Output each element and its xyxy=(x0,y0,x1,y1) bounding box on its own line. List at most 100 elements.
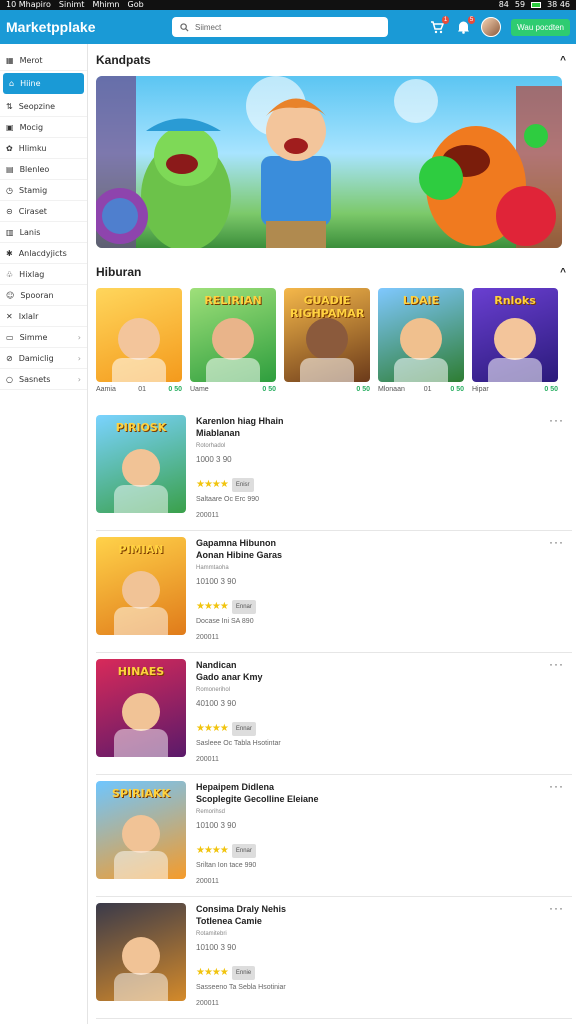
chevron-up-icon[interactable]: ^ xyxy=(560,267,566,278)
character-illustration xyxy=(212,318,254,360)
rating: ★★★★ Ennar xyxy=(196,844,319,858)
list-item[interactable]: SPIRIAKK Hepaipem Didlena Scoplegite Gec… xyxy=(96,775,572,897)
game-tile[interactable]: LDAIE Mlonaan 01 0 50 xyxy=(378,288,464,393)
game-art-title: RELIRIAN xyxy=(204,294,262,307)
game-meta: 0 50 xyxy=(284,386,370,393)
status-text: 38 46 xyxy=(547,0,570,9)
sidebar: ▦ Merot ⌂ Hiine ⇅ Seopzine ▣ Mocig ✿ Hlimku ▤ Blenl… xyxy=(0,44,88,1024)
rating-tag: Ennie xyxy=(231,966,256,980)
sidebar-item-label: Anlacdyjicts xyxy=(18,248,67,258)
sidebar-item-hlimku[interactable]: ✿ Hlimku xyxy=(0,138,87,159)
tag-icon: ♧ xyxy=(6,269,14,279)
app-title[interactable]: Marketpplake xyxy=(6,19,172,35)
list-item-title: Consima Draly Nehis xyxy=(196,904,287,914)
game-badge: 01 xyxy=(138,386,146,393)
sidebar-item-label: Ixlalr xyxy=(18,311,39,321)
list-item[interactable]: PIMIAN Gapamna Hibunon Aonan Hibine Gara… xyxy=(96,531,572,653)
game-name: Hipar xyxy=(472,386,489,393)
more-options-icon[interactable]: ··· xyxy=(549,413,564,427)
status-text: 84 xyxy=(498,0,509,9)
list-item-category: Romonerihol xyxy=(196,687,231,693)
list-item-description: Sasseeno Ta Sebla Hsotiniar xyxy=(196,984,286,991)
sidebar-item-simme[interactable]: ▭ Simme › xyxy=(0,327,87,348)
star-rating-icon: ★★★★ xyxy=(196,601,229,612)
sidebar-item-label: Mocig xyxy=(19,122,44,132)
sidebar-item-seopzine[interactable]: ⇅ Seopzine xyxy=(0,96,87,117)
game-price: 0 50 xyxy=(168,386,182,393)
game-art-title: Rnloks xyxy=(494,294,536,307)
cart-button[interactable]: 1 xyxy=(429,16,450,35)
sidebar-item-sasnets[interactable]: ○ Sasnets › xyxy=(0,369,87,390)
list-item-body: Nandican Gado anar Kmy Romonerihol 40100… xyxy=(196,659,281,774)
search-icon xyxy=(180,22,189,32)
more-options-icon[interactable]: ··· xyxy=(549,535,564,549)
list-item-subtitle: Totlenea Camie xyxy=(196,916,262,926)
sidebar-item-ciraset[interactable]: ⊝ Ciraset xyxy=(0,201,87,222)
sidebar-item-blenleo[interactable]: ▤ Blenleo xyxy=(0,159,87,180)
list-item-category: Rotorhadol xyxy=(196,443,226,449)
list-item-body: Hepaipem Didlena Scoplegite Gecolline El… xyxy=(196,781,319,896)
search-input[interactable]: Siimect xyxy=(172,17,388,37)
sidebar-item-lanis[interactable]: ▥ Lanis xyxy=(0,222,87,243)
rating-tag: Enisr xyxy=(231,478,254,492)
sidebar-item-label: Hiine xyxy=(20,79,41,88)
list-art-title: SPIRIAKK xyxy=(111,787,171,800)
status-text: 59 xyxy=(514,0,526,9)
game-tile[interactable]: Rnloks Hipar 0 50 xyxy=(472,288,558,393)
list-item[interactable]: PIRIOSK Karenlon hiag Hhain Miablanan Ro… xyxy=(96,409,572,531)
link-icon: ⊘ xyxy=(6,353,13,363)
chevron-up-icon[interactable]: ^ xyxy=(560,55,566,66)
character-body xyxy=(394,358,448,382)
more-options-icon[interactable]: ··· xyxy=(549,901,564,915)
list-item-subtitle: Aonan Hibine Garas xyxy=(196,550,283,560)
app-header: Marketpplake Siimect 1 5 Wau pocdten xyxy=(0,10,576,44)
list-item-category: Rotamitebri xyxy=(196,931,227,937)
cta-button[interactable]: Wau pocdten xyxy=(511,18,570,36)
sidebar-item-merot[interactable]: ▦ Merot xyxy=(0,50,87,71)
game-tile[interactable]: RELIRIAN Uame 0 50 xyxy=(190,288,276,393)
star-rating-icon: ★★★★ xyxy=(196,723,229,734)
list-item-body: Consima Draly Nehis Totlenea Camie Rotam… xyxy=(196,903,286,1018)
list-item-subtitle: Gado anar Kmy xyxy=(196,672,263,682)
gear-icon: ✱ xyxy=(6,248,13,258)
list-art-title: PIMIAN xyxy=(118,543,164,556)
list-item-category: Hammtaoha xyxy=(196,565,229,571)
game-name: Aamia xyxy=(96,386,116,393)
game-price: 0 50 xyxy=(262,386,276,393)
list-item-code: 200011 xyxy=(196,878,219,885)
more-options-icon[interactable]: ··· xyxy=(549,779,564,793)
sidebar-item-stamig[interactable]: ◷ Stamig xyxy=(0,180,87,201)
more-options-icon[interactable]: ··· xyxy=(549,657,564,671)
notification-button[interactable]: 5 xyxy=(455,16,476,35)
game-tile[interactable]: GUADIE RIGHPAMAR 0 50 xyxy=(284,288,370,393)
rating: ★★★★ Ennie xyxy=(196,966,286,980)
list-art-title: PIRIOSK xyxy=(115,421,167,434)
rating-tag: Ennar xyxy=(231,844,256,858)
avatar[interactable] xyxy=(481,17,502,37)
list-item[interactable]: Consima Draly Nehis Totlenea Camie Rotam… xyxy=(96,897,572,1019)
game-badge: 01 xyxy=(423,386,432,393)
sidebar-item-mocig[interactable]: ▣ Mocig xyxy=(0,117,87,138)
status-bar: 10 Mhapiro Sinimt Mhimn Gob 84 59 38 46 xyxy=(0,0,576,10)
game-tile[interactable]: Aamia 01 0 50 xyxy=(96,288,182,393)
sidebar-item-hiine[interactable]: ⌂ Hiine xyxy=(3,73,84,94)
list-item[interactable]: HINAES Nandican Gado anar Kmy Romoneriho… xyxy=(96,653,572,775)
list-item-number: 40100 3 90 xyxy=(196,699,237,708)
sidebar-item-hixlag[interactable]: ♧ Hixlag xyxy=(0,264,87,285)
sidebar-item-label: Damiclig xyxy=(18,353,54,363)
sidebar-item-anlacdyjicts[interactable]: ✱ Anlacdyjicts xyxy=(0,243,87,264)
game-meta: Hipar 0 50 xyxy=(472,386,558,393)
game-meta: Mlonaan 01 0 50 xyxy=(378,386,464,393)
game-price: 0 50 xyxy=(544,386,558,393)
sidebar-item-ixlalr[interactable]: ✕ Ixlalr xyxy=(0,306,87,327)
rating: ★★★★ Enisr xyxy=(196,478,284,492)
sidebar-item-spooran[interactable]: ☺ Spooran xyxy=(0,285,87,306)
sidebar-item-damiclig[interactable]: ⊘ Damiclig › xyxy=(0,348,87,369)
character-illustration xyxy=(122,693,160,731)
list-thumbnail xyxy=(96,903,186,1001)
character-body xyxy=(114,729,168,757)
featured-banner[interactable] xyxy=(96,76,562,248)
game-thumbnail xyxy=(96,288,182,382)
character-illustration xyxy=(118,318,160,360)
game-thumbnail: LDAIE xyxy=(378,288,464,382)
